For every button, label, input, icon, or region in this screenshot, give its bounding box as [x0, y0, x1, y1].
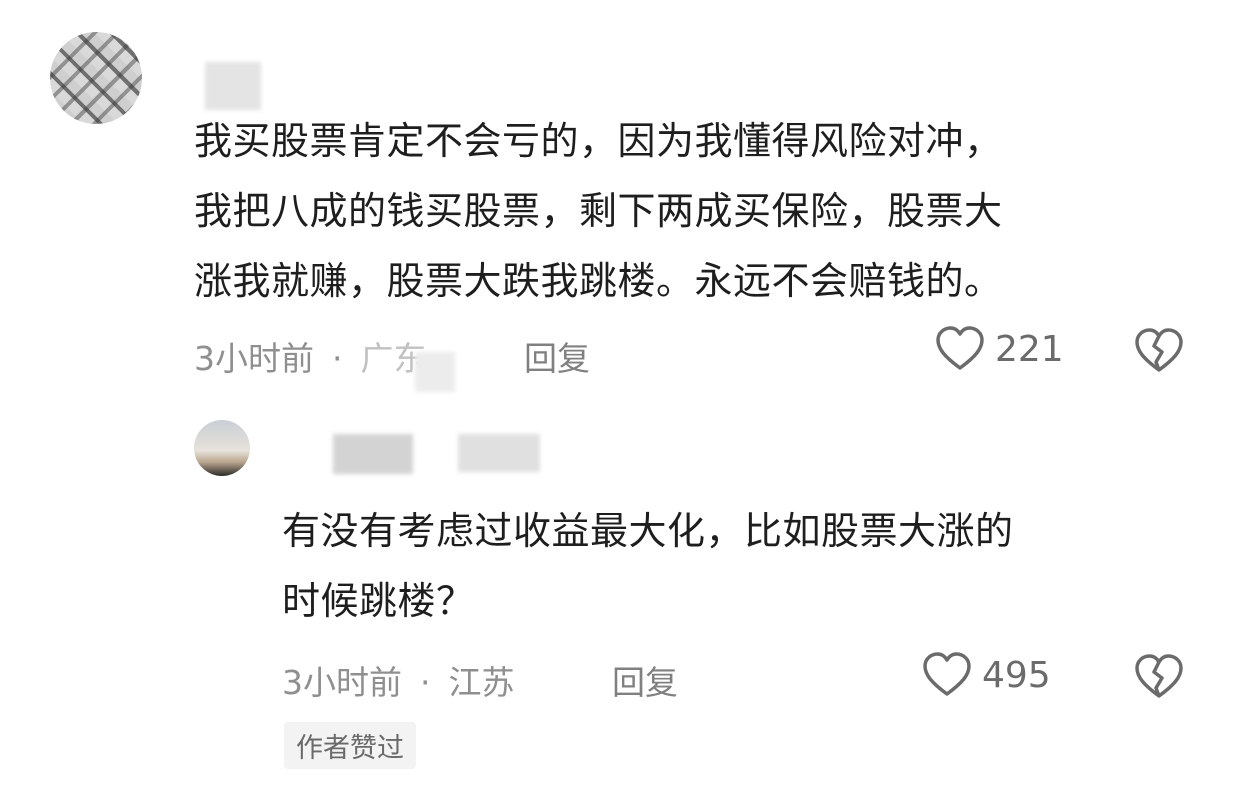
like-count: 495: [982, 654, 1051, 696]
username-redacted: [205, 62, 261, 110]
like-button[interactable]: 495: [922, 652, 1051, 698]
comment-line: 涨我就赚，股票大跌我跳楼。永远不会赔钱的。: [194, 259, 1003, 303]
comment-line: 我买股票肯定不会亏的，因为我懂得风险对冲，: [194, 119, 1003, 163]
meta-separator: ·: [332, 339, 343, 378]
username-redacted: [333, 434, 413, 474]
user-avatar-icon[interactable]: [50, 32, 142, 124]
comment-meta: 3小时前 · 江苏: [282, 656, 515, 704]
reply-body: 有没有考虑过收益最大化，比如股票大涨的 时候跳楼？: [282, 496, 1014, 636]
heart-icon: [935, 326, 985, 372]
comment-line: 时候跳楼？: [282, 579, 475, 623]
comment-time: 3小时前: [194, 339, 314, 378]
broken-heart-icon: [1134, 328, 1184, 374]
comment-thread: 我买股票肯定不会亏的，因为我懂得风险对冲， 我把八成的钱买股票，剩下两成买保险，…: [0, 0, 1240, 803]
comment-time: 3小时前: [282, 663, 402, 702]
comment-line: 有没有考虑过收益最大化，比如股票大涨的: [282, 509, 1014, 553]
heart-icon: [922, 652, 972, 698]
comment-location: 江苏: [448, 663, 515, 702]
comment-meta: 3小时前 · 广东: [194, 332, 427, 380]
reply-button[interactable]: 回复: [612, 656, 678, 704]
author-liked-badge: 作者赞过: [284, 722, 416, 769]
like-button[interactable]: 221: [935, 326, 1064, 372]
meta-separator: ·: [420, 663, 431, 702]
reply-button[interactable]: 回复: [524, 332, 590, 380]
user-avatar-icon[interactable]: [194, 420, 250, 476]
dislike-button[interactable]: [1134, 654, 1184, 700]
comment-line: 我把八成的钱买股票，剩下两成买保险，股票大: [194, 189, 1003, 233]
dislike-button[interactable]: [1134, 328, 1184, 374]
redaction-block: [415, 352, 455, 392]
broken-heart-icon: [1134, 654, 1184, 700]
comment-body: 我买股票肯定不会亏的，因为我懂得风险对冲， 我把八成的钱买股票，剩下两成买保险，…: [194, 106, 1003, 316]
tag-redacted: [458, 434, 540, 472]
like-count: 221: [995, 328, 1064, 370]
